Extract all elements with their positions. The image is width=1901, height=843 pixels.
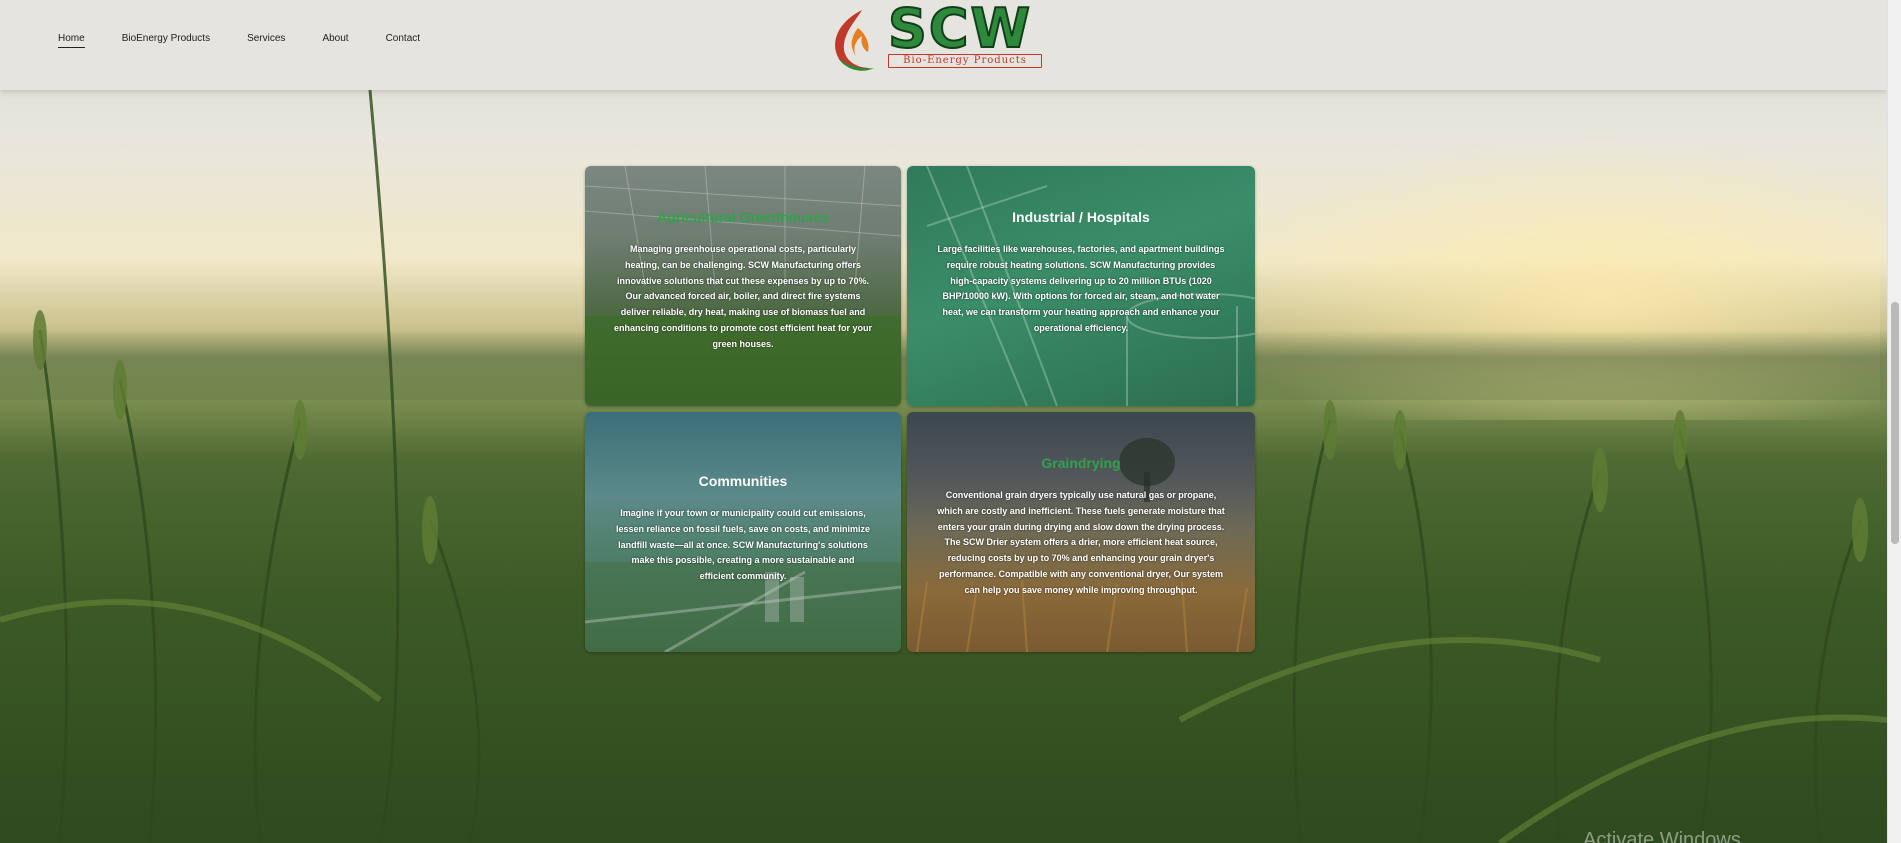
card-description: Imagine if your town or municipality cou… <box>615 508 871 582</box>
card-title: Communities <box>698 473 788 489</box>
nav-contact[interactable]: Contact <box>386 33 420 48</box>
card-title: Agricultural Greenhouses <box>657 209 829 225</box>
main-nav: Home BioEnergy Products Services About C… <box>58 33 457 48</box>
os-watermark: Activate Windows <box>1583 829 1741 843</box>
site-logo[interactable]: SCW Bio-Energy Products <box>828 1 1048 74</box>
card-description: Managing greenhouse operational costs, p… <box>613 244 873 349</box>
nav-services[interactable]: Services <box>247 33 285 48</box>
site-header: Home BioEnergy Products Services About C… <box>0 0 1887 90</box>
nav-about[interactable]: About <box>322 33 348 48</box>
card-description: Conventional grain dryers typically use … <box>937 490 1225 595</box>
card-graindrying: Graindrying Conventional grain dryers ty… <box>907 412 1255 652</box>
card-communities: Communities Imagine if your town or muni… <box>585 412 901 652</box>
page-scrollbar[interactable] <box>1887 0 1901 843</box>
nav-home[interactable]: Home <box>58 33 85 48</box>
card-title: Graindrying <box>1041 455 1121 471</box>
card-industrial-hospitals: Industrial / Hospitals Large facilities … <box>907 166 1255 406</box>
card-agricultural-greenhouses: Agricultural Greenhouses Managing greenh… <box>585 166 901 406</box>
nav-bioenergy-products[interactable]: BioEnergy Products <box>122 33 210 48</box>
logo-wordmark: SCW <box>887 0 1033 60</box>
flame-logo-icon <box>835 10 874 71</box>
card-title: Industrial / Hospitals <box>1012 209 1150 225</box>
logo-tagline: Bio-Energy Products <box>888 54 1042 68</box>
scrollbar-thumb[interactable] <box>1891 302 1899 544</box>
card-description: Large facilities like warehouses, factor… <box>937 244 1225 333</box>
